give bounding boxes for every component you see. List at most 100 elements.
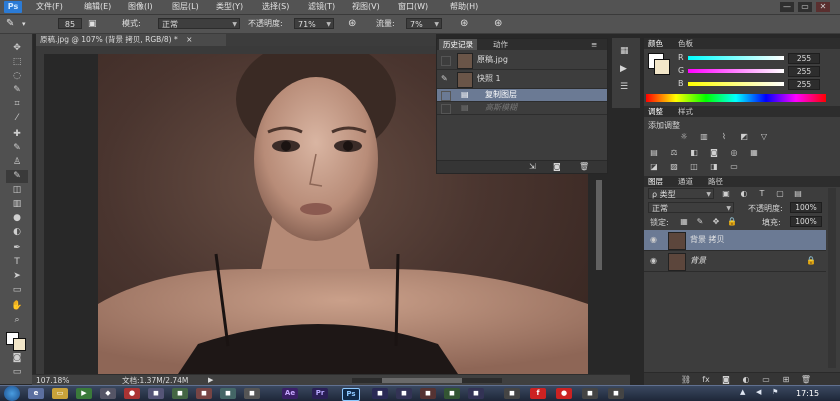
taskbar-photoshop-icon[interactable]: Ps [342,388,360,401]
taskbar-media-icon[interactable]: ▶ [76,388,92,399]
history-brush-source-icon[interactable]: ✎ [441,75,449,83]
blend-mode-select[interactable]: 正常 ▼ [648,202,734,213]
background-color-swatch[interactable] [654,59,670,75]
maximize-button[interactable]: ▭ [798,2,812,12]
eye-icon[interactable]: ◉ [650,235,657,244]
menu-filter[interactable]: 滤镜(T) [308,0,335,14]
scrollbar-thumb[interactable] [382,378,462,383]
taskbar-app-icon[interactable]: ◼ [148,388,164,399]
new-layer-icon[interactable]: ⊞ [780,375,792,384]
taskbar-app-icon[interactable]: ◼ [444,388,460,399]
history-source-checkbox[interactable] [441,91,451,101]
color-balance-icon[interactable]: ⚖ [668,148,680,157]
tray-flag-icon[interactable]: ⚑ [772,388,778,396]
selective-color-icon[interactable]: ◨ [708,162,720,171]
properties-panel-icon[interactable]: ☰ [620,82,628,92]
taskbar-app-icon[interactable]: ◼ [196,388,212,399]
channel-b-slider[interactable] [688,82,784,86]
filter-type-icon[interactable]: T [756,189,768,198]
trash-icon[interactable]: 🗑 [579,162,589,171]
filter-adjustment-icon[interactable]: ◐ [738,189,750,198]
tab-actions[interactable]: 动作 [489,39,512,50]
history-brush-tool-icon[interactable]: ✎ [6,170,28,183]
brush-tool-icon[interactable]: ✎ [6,18,14,30]
filter-smart-icon[interactable]: ▤ [792,189,804,198]
taskbar-app-icon[interactable]: ◼ [582,388,598,399]
channel-b-input[interactable]: 255 [788,79,820,90]
clock[interactable]: 17:15 [796,388,819,399]
history-panel-icon[interactable]: ▦ [620,46,629,56]
taskbar-flash-icon[interactable]: f [530,388,546,399]
pen-tool-icon[interactable]: ✒ [6,242,28,255]
eraser-tool-icon[interactable]: ◫ [6,184,28,197]
taskbar-app-icon[interactable]: ◼ [420,388,436,399]
menu-help[interactable]: 帮助(H) [450,0,478,14]
snapshot-icon[interactable]: ◙ [553,162,561,171]
tab-color[interactable]: 颜色 [648,38,663,49]
actions-panel-icon[interactable]: ▶ [620,64,627,74]
layer-style-icon[interactable]: fx [700,375,712,384]
photo-filter-icon[interactable]: ◙ [708,148,720,157]
menu-file[interactable]: 文件(F) [36,0,63,14]
lock-position-icon[interactable]: ✥ [710,217,722,226]
threshold-icon[interactable]: ◫ [688,162,700,171]
layer-filter-select[interactable]: ρ 类型 ▼ [648,188,714,199]
menu-edit[interactable]: 编辑(E) [84,0,111,14]
history-item[interactable]: ▤ 高斯模糊 [437,102,607,115]
taskbar-app-icon[interactable]: ◼ [396,388,412,399]
taskbar-premiere-icon[interactable]: Pr [312,388,328,399]
hue-saturation-icon[interactable]: ▤ [648,148,660,157]
tab-history[interactable]: 历史记录 [439,39,477,50]
move-tool-icon[interactable]: ✥ [6,42,28,55]
trash-icon[interactable]: 🗑 [800,375,812,384]
hand-tool-icon[interactable]: ✋ [6,300,28,313]
menu-layer[interactable]: 图层(L) [172,0,199,14]
link-layers-icon[interactable]: ⛓ [680,375,692,384]
chevron-down-icon[interactable]: ▾ [22,18,26,30]
flow-input[interactable]: 7% ▼ [406,18,442,29]
blur-tool-icon[interactable]: ● [6,212,28,225]
layer-opacity-input[interactable]: 100% [790,202,822,213]
clone-stamp-tool-icon[interactable]: ♙ [6,156,28,169]
screen-mode-icon[interactable]: ▭ [6,366,28,379]
menu-view[interactable]: 视图(V) [352,0,380,14]
tab-channels[interactable]: 通道 [678,176,693,187]
channel-g-input[interactable]: 255 [788,66,820,77]
airbrush-icon[interactable]: ⊛ [460,18,468,30]
exposure-icon[interactable]: ◩ [738,132,750,141]
history-item[interactable]: ✎ 快照 1 [437,70,607,89]
taskbar-app-icon[interactable]: ◼ [468,388,484,399]
layers-scrollbar[interactable] [828,188,836,368]
brush-size-picker[interactable]: 85 [58,18,82,29]
taskbar-app-icon[interactable]: ◼ [372,388,388,399]
vibrance-icon[interactable]: ▽ [758,132,770,141]
taskbar-app-icon[interactable]: ● [124,388,140,399]
black-white-icon[interactable]: ◧ [688,148,700,157]
opacity-input[interactable]: 71% ▼ [294,18,334,29]
menu-image[interactable]: 图像(I) [128,0,153,14]
gradient-map-icon[interactable]: ▭ [728,162,740,171]
history-source-checkbox[interactable] [441,104,451,114]
channel-mixer-icon[interactable]: ◎ [728,148,740,157]
taskbar-app-icon[interactable]: ◼ [244,388,260,399]
menu-type[interactable]: 类型(Y) [216,0,243,14]
eyedropper-tool-icon[interactable]: ⁄ [6,112,28,125]
mode-select[interactable]: 正常 ▼ [158,18,240,29]
path-select-tool-icon[interactable]: ➤ [6,270,28,283]
color-lookup-icon[interactable]: ▦ [748,148,760,157]
taskbar-app-icon[interactable]: ◼ [220,388,236,399]
fill-input[interactable]: 100% [790,216,822,227]
invert-icon[interactable]: ◪ [648,162,660,171]
healing-brush-tool-icon[interactable]: ✚ [6,128,28,141]
shape-tool-icon[interactable]: ▭ [6,284,28,297]
start-button[interactable] [4,386,20,401]
history-item[interactable]: ▤ 复制图层 [437,89,607,102]
lock-all-icon[interactable]: 🔒 [726,217,738,226]
adjustment-layer-icon[interactable]: ◐ [740,375,752,384]
brush-panel-icon[interactable]: ▣ [88,18,97,30]
filter-shape-icon[interactable]: ▢ [774,189,786,198]
channel-g-slider[interactable] [688,69,784,73]
taskbar-app-icon[interactable]: ◆ [100,388,116,399]
tab-layers[interactable]: 图层 [648,176,663,187]
vertical-scrollbar[interactable] [596,180,602,270]
